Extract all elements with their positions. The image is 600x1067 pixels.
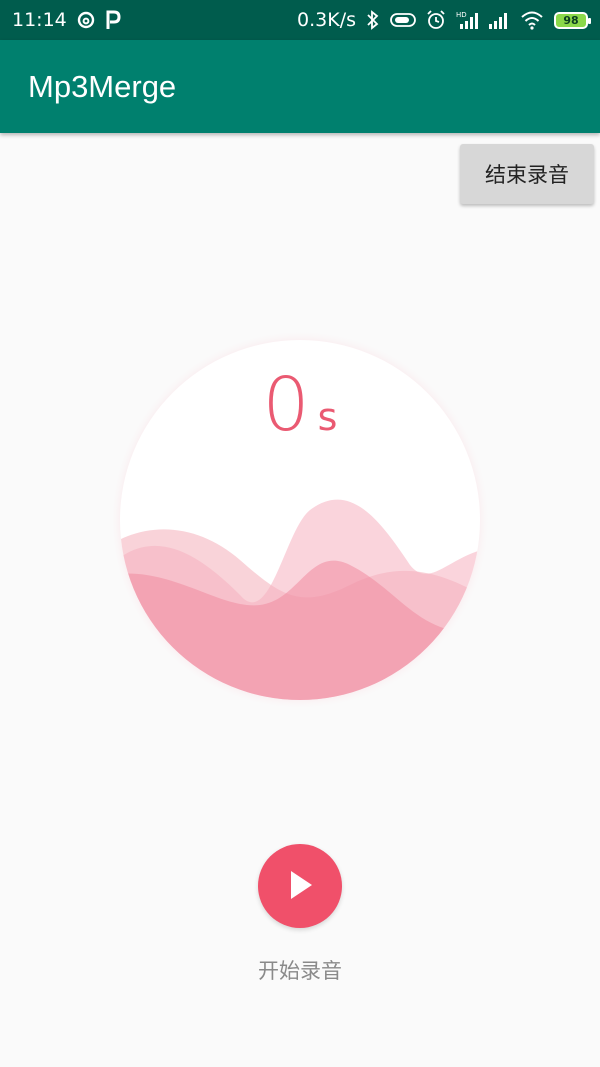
netease-music-icon bbox=[77, 11, 95, 29]
battery-level: 98 bbox=[563, 13, 579, 27]
battery-icon: 98 bbox=[554, 11, 591, 29]
p-app-icon bbox=[105, 10, 121, 30]
status-time: 11:14 bbox=[12, 9, 67, 31]
start-recording-label: 开始录音 bbox=[258, 959, 342, 983]
bluetooth-icon bbox=[366, 10, 380, 30]
timer-value: 0 bbox=[262, 362, 310, 448]
wifi-icon bbox=[520, 10, 544, 30]
play-icon bbox=[285, 868, 315, 905]
status-bar-right: 0.3K/s HD 98 bbox=[297, 9, 591, 31]
start-recording-button[interactable] bbox=[258, 844, 342, 928]
toggle-icon bbox=[390, 12, 416, 28]
status-bar-left: 11:14 bbox=[12, 9, 121, 31]
network-speed: 0.3K/s bbox=[297, 9, 356, 31]
timer-display: 0s bbox=[110, 362, 490, 448]
timer-unit: s bbox=[317, 395, 338, 439]
stop-recording-button[interactable]: 结束录音 bbox=[460, 144, 594, 204]
hd-signal-icon: HD bbox=[456, 10, 478, 30]
signal-icon bbox=[488, 10, 510, 30]
alarm-icon bbox=[426, 10, 446, 30]
status-bar: 11:14 0.3K/s HD 98 bbox=[0, 0, 600, 40]
app-bar: Mp3Merge bbox=[0, 40, 600, 133]
app-title: Mp3Merge bbox=[28, 68, 177, 104]
svg-text:HD: HD bbox=[456, 11, 467, 19]
